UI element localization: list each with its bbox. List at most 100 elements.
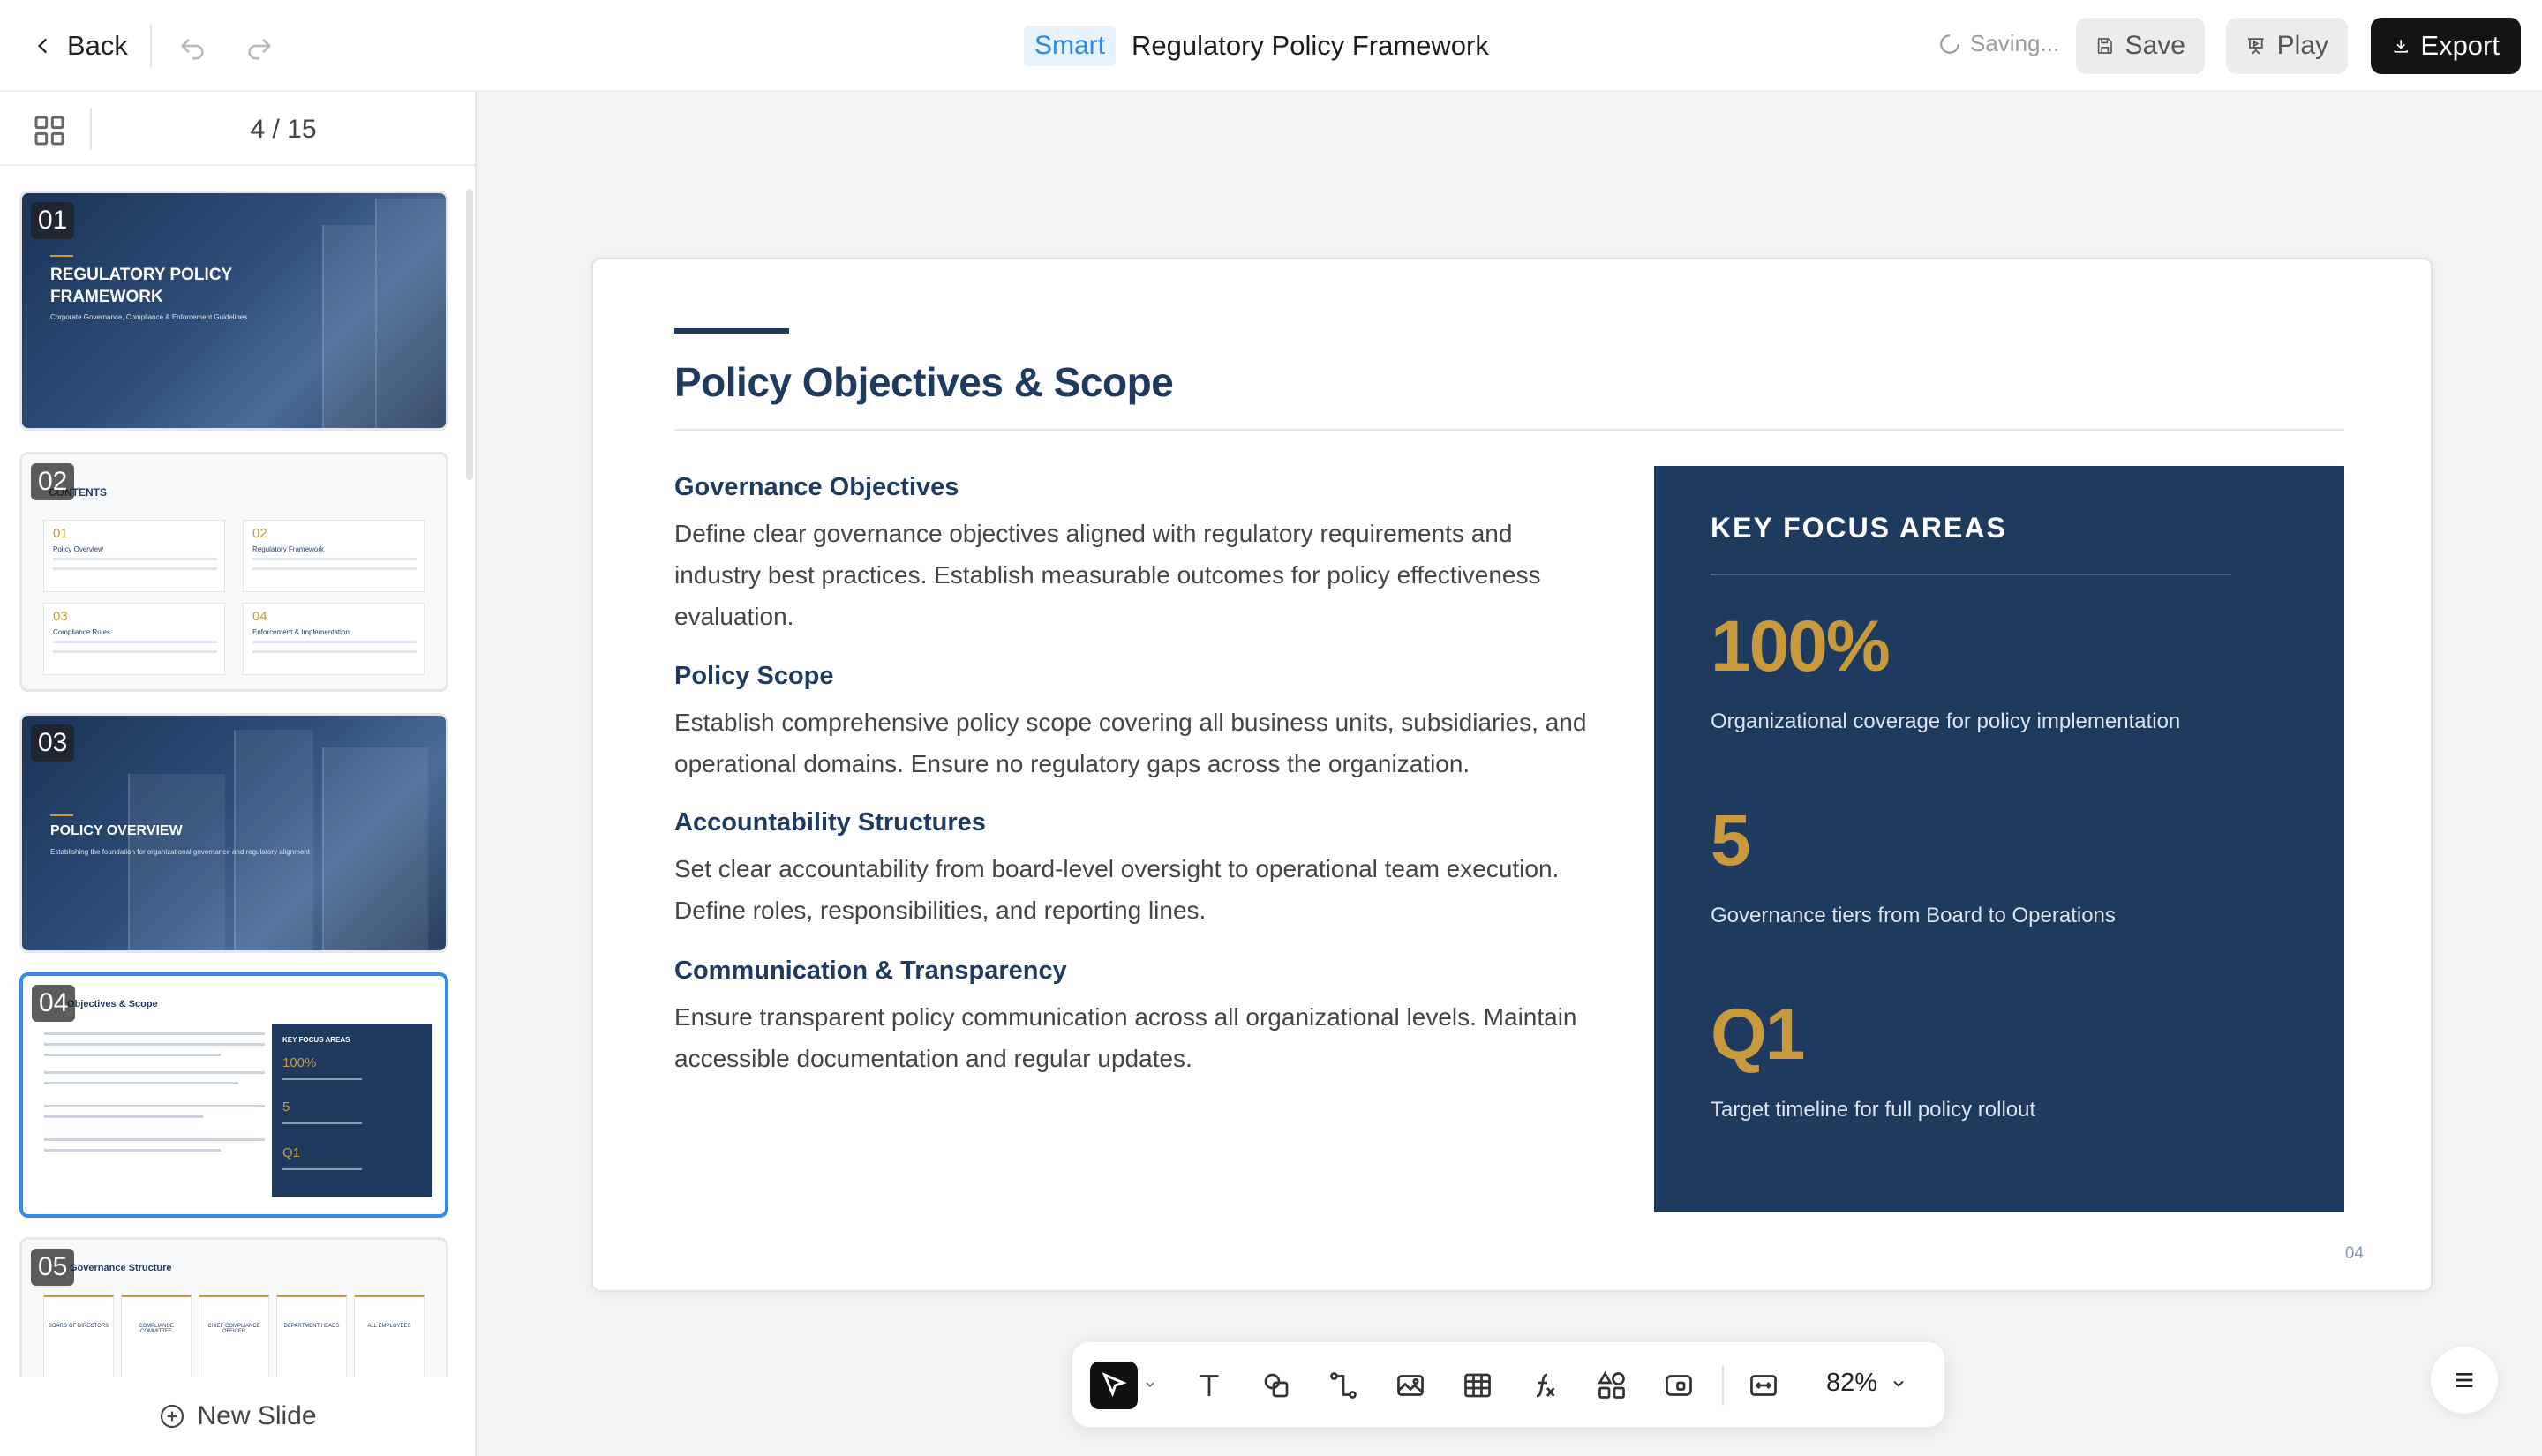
contents-card: 02 Regulatory Framework <box>243 520 425 592</box>
slide-title[interactable]: Policy Objectives & Scope <box>674 358 1174 406</box>
contents-card: 04 Enforcement & Implementation <box>243 603 425 675</box>
back-label: Back <box>67 30 128 61</box>
divider <box>1722 1365 1724 1406</box>
back-button[interactable]: Back <box>32 26 128 65</box>
slide-thumbnail-04[interactable]: 04 Objectives & Scope KEY FOCUS AREAS 10… <box>19 972 448 1218</box>
undo-button[interactable] <box>173 26 212 65</box>
objective-block[interactable]: Communication & Transparency Ensure tran… <box>674 957 1601 1079</box>
focus-metric-description: Target timeline for full policy rollout <box>1711 1098 2036 1122</box>
table-icon <box>1464 1373 1491 1398</box>
plus-circle-icon <box>161 1404 184 1429</box>
play-label: Play <box>2276 31 2328 60</box>
new-slide-label: New Slide <box>197 1401 317 1430</box>
new-slide-button[interactable]: New Slide <box>0 1377 475 1456</box>
thumbnail-subtitle: Corporate Governance, Compliance & Enfor… <box>50 313 248 321</box>
spinner-icon <box>1940 34 1959 54</box>
key-focus-panel[interactable]: KEY FOCUS AREAS 100% Organizational cove… <box>1654 466 2344 1212</box>
page-counter: 4 / 15 <box>250 115 317 144</box>
focus-metric-value: 5 <box>1711 800 1751 881</box>
media-tool-button[interactable] <box>1655 1362 1703 1409</box>
objective-body: Set clear accountability from board-leve… <box>674 855 1560 924</box>
contents-card: 01 Policy Overview <box>43 520 225 592</box>
top-bar: Back Smart Regulatory Policy Framework S… <box>0 0 2542 92</box>
table-tool-button[interactable] <box>1454 1362 1501 1409</box>
building-decoration <box>322 747 428 950</box>
objective-title: Governance Objectives <box>674 473 959 501</box>
slide-thumbnail-01[interactable]: 01 REGULATORY POLICY FRAMEWORK Corporate… <box>19 191 448 431</box>
shapes-icon <box>1264 1373 1289 1398</box>
connector-icon <box>1330 1372 1357 1399</box>
focus-metric-description: Governance tiers from Board to Operation… <box>1711 904 2116 927</box>
text-icon <box>1200 1375 1219 1396</box>
connector-tool-button[interactable] <box>1320 1362 1367 1409</box>
chevron-left-icon <box>37 38 48 54</box>
objective-title: Communication & Transparency <box>674 957 1067 985</box>
slide-number-badge: 02 <box>31 463 75 500</box>
text-tool-button[interactable] <box>1185 1362 1233 1409</box>
smart-badge[interactable]: Smart <box>1024 26 1117 66</box>
components-icon <box>1598 1370 1625 1399</box>
objective-title: Policy Scope <box>674 662 834 690</box>
objective-title: Accountability Structures <box>674 808 986 837</box>
saving-status: Saving... <box>1938 30 2059 57</box>
redo-button[interactable] <box>240 26 279 65</box>
focus-panel-divider <box>1711 574 2231 575</box>
building-decoration <box>234 730 313 950</box>
building-decoration <box>322 225 375 428</box>
components-tool-button[interactable] <box>1588 1362 1636 1409</box>
function-icon <box>1536 1373 1555 1398</box>
title-divider <box>674 429 2344 431</box>
chevron-down-icon[interactable] <box>1143 1377 1157 1392</box>
thumbnail-scrollbar[interactable] <box>466 189 473 480</box>
contents-card: 03 Compliance Rules <box>43 603 225 675</box>
document-title-area: Smart Regulatory Policy Framework <box>1024 25 1489 67</box>
objective-block[interactable]: Accountability Structures Set clear acco… <box>674 808 1601 931</box>
objective-block[interactable]: Governance Objectives Define clear gover… <box>674 473 1601 637</box>
save-button[interactable]: Save <box>2076 18 2205 74</box>
thumbnail-heading: Objectives & Scope <box>67 999 158 1009</box>
floppy-disk-icon <box>2097 38 2112 54</box>
chevron-down-icon <box>1893 1380 1904 1387</box>
thumbnail-title: REGULATORY POLICY FRAMEWORK <box>50 266 233 306</box>
objective-block[interactable]: Policy Scope Establish comprehensive pol… <box>674 662 1601 784</box>
presentation-icon <box>2247 38 2264 55</box>
image-tool-button[interactable] <box>1387 1362 1434 1409</box>
fit-width-icon <box>1750 1375 1777 1396</box>
focus-metric-description: Organizational coverage for policy imple… <box>1711 709 2181 733</box>
divider <box>150 25 152 67</box>
cursor-arrow-icon <box>1102 1372 1127 1398</box>
play-button[interactable]: Play <box>2226 18 2348 74</box>
focus-panel-title: KEY FOCUS AREAS <box>1711 512 2007 544</box>
media-icon <box>1666 1375 1692 1396</box>
editing-toolbar: 82% <box>1072 1341 1945 1428</box>
formula-tool-button[interactable] <box>1521 1362 1568 1409</box>
fit-screen-button[interactable] <box>1740 1362 1787 1409</box>
undo-icon <box>180 39 204 60</box>
select-tool-button[interactable] <box>1090 1362 1138 1409</box>
zoom-selector[interactable]: 82% <box>1826 1369 1907 1398</box>
save-label: Save <box>2125 31 2185 60</box>
grid-view-button[interactable] <box>32 113 67 148</box>
slide-number-badge: 05 <box>31 1249 75 1286</box>
menu-button[interactable] <box>2431 1347 2498 1414</box>
image-icon <box>1397 1375 1424 1396</box>
slide-thumbnail-02[interactable]: 02 CONTENTS 01 Policy Overview 02 Regula… <box>19 452 448 692</box>
objective-body: Define clear governance objectives align… <box>674 520 1541 630</box>
objective-body: Ensure transparent policy communication … <box>674 1003 1577 1072</box>
document-title[interactable]: Regulatory Policy Framework <box>1132 30 1489 62</box>
focus-metric-value: Q1 <box>1711 994 1805 1075</box>
focus-metric-value: 100% <box>1711 606 1891 687</box>
slide-number-badge: 03 <box>31 724 75 762</box>
thumbnail-focus-panel: KEY FOCUS AREAS 100% 5 Q1 <box>272 1024 432 1197</box>
shape-tool-button[interactable] <box>1252 1362 1300 1409</box>
slide-canvas[interactable]: Policy Objectives & Scope Governance Obj… <box>591 258 2433 1292</box>
slides-panel-header: 4 / 15 <box>0 92 475 166</box>
slide-thumbnail-03[interactable]: 03 POLICY OVERVIEW Establishing the foun… <box>19 713 448 953</box>
export-button[interactable]: Export <box>2371 18 2521 74</box>
title-accent-bar <box>674 328 789 334</box>
building-decoration <box>375 199 446 428</box>
hamburger-menu-icon <box>2456 1373 2473 1387</box>
grid-icon <box>34 116 64 146</box>
saving-label: Saving... <box>1970 30 2060 56</box>
slide-thumbnail-list[interactable]: 01 REGULATORY POLICY FRAMEWORK Corporate… <box>0 168 475 1452</box>
